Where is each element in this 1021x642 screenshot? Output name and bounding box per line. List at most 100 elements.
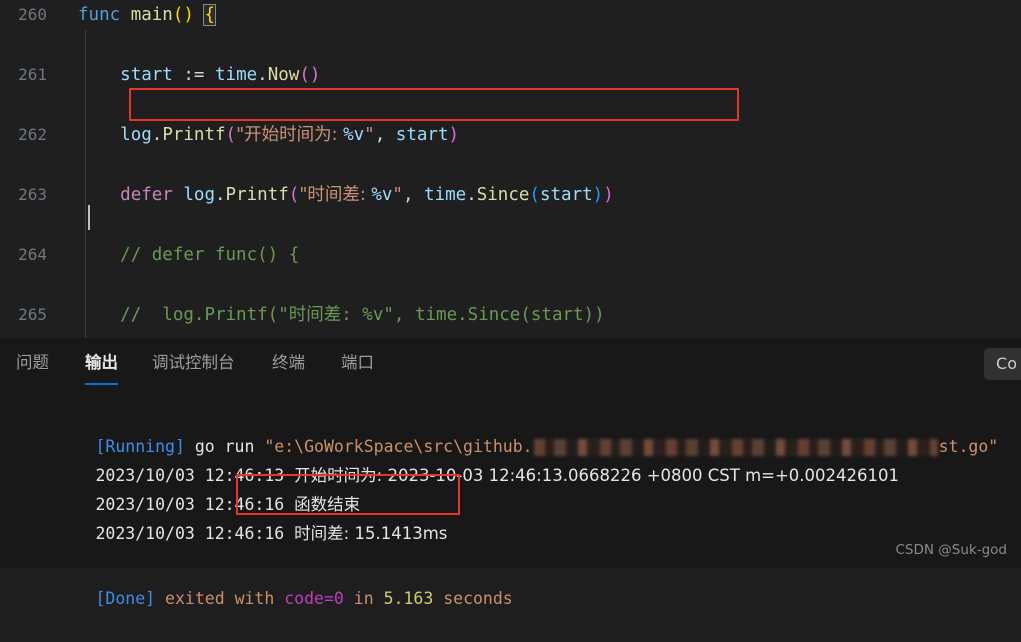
log-timestamp: 2023/10/03 12:46:13 bbox=[95, 466, 285, 485]
token-brace-match: { bbox=[203, 4, 216, 26]
token-paren: () bbox=[299, 65, 321, 85]
token-paren-open: ( bbox=[529, 185, 540, 205]
running-path-prefix: "e:\GoWorkSpace\src\github. bbox=[264, 437, 533, 456]
line-number: 260 bbox=[18, 5, 47, 24]
tab-label: 调试控制台 bbox=[152, 353, 235, 372]
tab-output[interactable]: 输出 bbox=[85, 338, 118, 388]
token-dot: . bbox=[215, 185, 226, 205]
code-text: defer log.Printf("时间差: %v", time.Since(s… bbox=[78, 180, 614, 210]
token-string: "开始时间为: bbox=[236, 125, 344, 145]
log-message: 函数结束 bbox=[294, 495, 361, 514]
tab-active-underline bbox=[85, 383, 118, 385]
log-message: 开始时间为: 2023-10-03 12:46:13.0668226 +0800… bbox=[294, 466, 900, 485]
token-paren-close: ) bbox=[603, 185, 614, 205]
token-format-verb: %v bbox=[371, 185, 393, 205]
done-text-1: exited with bbox=[155, 589, 285, 608]
vscode-window: 260 func main() { 261 start := time.Now(… bbox=[0, 0, 1021, 608]
tab-ports[interactable]: 端口 bbox=[341, 338, 374, 388]
code-line[interactable]: 260 func main() { bbox=[0, 0, 1021, 30]
tab-label: 输出 bbox=[85, 353, 118, 372]
token-dot: . bbox=[151, 125, 163, 145]
line-number: 262 bbox=[18, 125, 47, 144]
token-package: time bbox=[215, 65, 258, 85]
output-channel-selector[interactable]: Co bbox=[984, 348, 1021, 380]
line-number: 263 bbox=[18, 185, 47, 204]
line-number: 264 bbox=[18, 245, 47, 264]
token-string-end: " bbox=[364, 125, 375, 145]
token-comment: // log.Printf("时间差: %v", time.Since(star… bbox=[120, 305, 605, 325]
done-tag: [Done] bbox=[95, 589, 156, 608]
code-text: start := time.Now() bbox=[78, 60, 320, 90]
code-text: log.Printf("开始时间为: %v", start) bbox=[78, 120, 459, 150]
tab-terminal[interactable]: 终端 bbox=[272, 338, 305, 388]
code-comment: // log.Printf("时间差: %v", time.Since(star… bbox=[78, 300, 605, 330]
output-console[interactable]: [Running] go run "e:\GoWorkSpace\src\git… bbox=[0, 403, 1021, 608]
token-package: time bbox=[424, 185, 467, 205]
output-line-done: [Done] exited with code=0 in 5.163 secon… bbox=[0, 555, 1021, 608]
token-string: "时间差: bbox=[299, 185, 372, 205]
token-identifier: start bbox=[120, 65, 173, 85]
log-timestamp: 2023/10/03 12:46:16 bbox=[95, 524, 285, 543]
token-string-end: " bbox=[392, 185, 403, 205]
line-number: 265 bbox=[18, 305, 47, 324]
log-message: 时间差: 15.1413ms bbox=[294, 524, 448, 543]
tab-debug-console[interactable]: 调试控制台 bbox=[152, 338, 235, 388]
redacted-path-segment bbox=[533, 439, 938, 456]
done-text-2: in bbox=[343, 589, 384, 608]
token-paren-open: ( bbox=[288, 185, 300, 205]
code-line[interactable]: 265 // log.Printf("时间差: %v", time.Since(… bbox=[0, 300, 1021, 330]
token-function: Now bbox=[267, 65, 300, 85]
line-number: 261 bbox=[18, 65, 47, 84]
token-paren-close: ) bbox=[592, 185, 604, 205]
token-function: Printf bbox=[225, 185, 289, 205]
tab-label: 端口 bbox=[341, 353, 374, 372]
code-line-highlighted[interactable]: 263 defer log.Printf("时间差: %v", time.Sin… bbox=[0, 180, 1021, 210]
running-command: go run bbox=[184, 437, 265, 456]
token-argument: start bbox=[395, 125, 449, 145]
token-keyword: func bbox=[78, 5, 121, 25]
log-space bbox=[284, 524, 294, 543]
running-path-suffix: st.go" bbox=[938, 437, 999, 456]
bottom-panel: 问题 输出 调试控制台 终端 端口 Co [Running] go run "e… bbox=[0, 338, 1021, 608]
token-dot: . bbox=[257, 65, 268, 85]
code-line[interactable]: 261 start := time.Now() bbox=[0, 60, 1021, 90]
token-paren: () bbox=[172, 5, 194, 25]
code-text: func main() { bbox=[78, 0, 216, 30]
tab-problems[interactable]: 问题 bbox=[16, 338, 49, 388]
token-operator: := bbox=[183, 65, 205, 85]
token-function: Printf bbox=[162, 125, 226, 145]
token-comma: , bbox=[374, 125, 396, 145]
code-line[interactable]: 264 // defer func() { bbox=[0, 240, 1021, 270]
token-package: log bbox=[183, 185, 215, 205]
running-tag: [Running] bbox=[95, 437, 185, 456]
watermark: CSDN @Suk-god bbox=[895, 542, 1008, 558]
code-line[interactable]: 262 log.Printf("开始时间为: %v", start) bbox=[0, 120, 1021, 150]
panel-tab-bar: 问题 输出 调试控制台 终端 端口 Co bbox=[0, 338, 1021, 388]
token-comma: , bbox=[402, 185, 425, 205]
token-comment: // defer func() { bbox=[120, 245, 300, 265]
code-editor[interactable]: 260 func main() { 261 start := time.Now(… bbox=[0, 0, 1021, 338]
token-paren-close: ) bbox=[448, 125, 460, 145]
token-function: main bbox=[130, 5, 173, 25]
tab-label: 问题 bbox=[16, 353, 49, 372]
token-paren-open: ( bbox=[225, 125, 237, 145]
log-timestamp: 2023/10/03 12:46:16 bbox=[95, 495, 285, 514]
token-function: Since bbox=[476, 185, 530, 205]
token-argument: start bbox=[539, 185, 593, 205]
log-space bbox=[284, 495, 294, 514]
token-format-verb: %v bbox=[343, 125, 365, 145]
token-dot: . bbox=[466, 185, 477, 205]
output-line-running: [Running] go run "e:\GoWorkSpace\src\git… bbox=[0, 403, 1021, 456]
tab-label: 终端 bbox=[272, 353, 305, 372]
output-channel-label: Co bbox=[996, 354, 1017, 373]
code-comment: // defer func() { bbox=[78, 240, 299, 270]
done-text-3: seconds bbox=[433, 589, 513, 608]
